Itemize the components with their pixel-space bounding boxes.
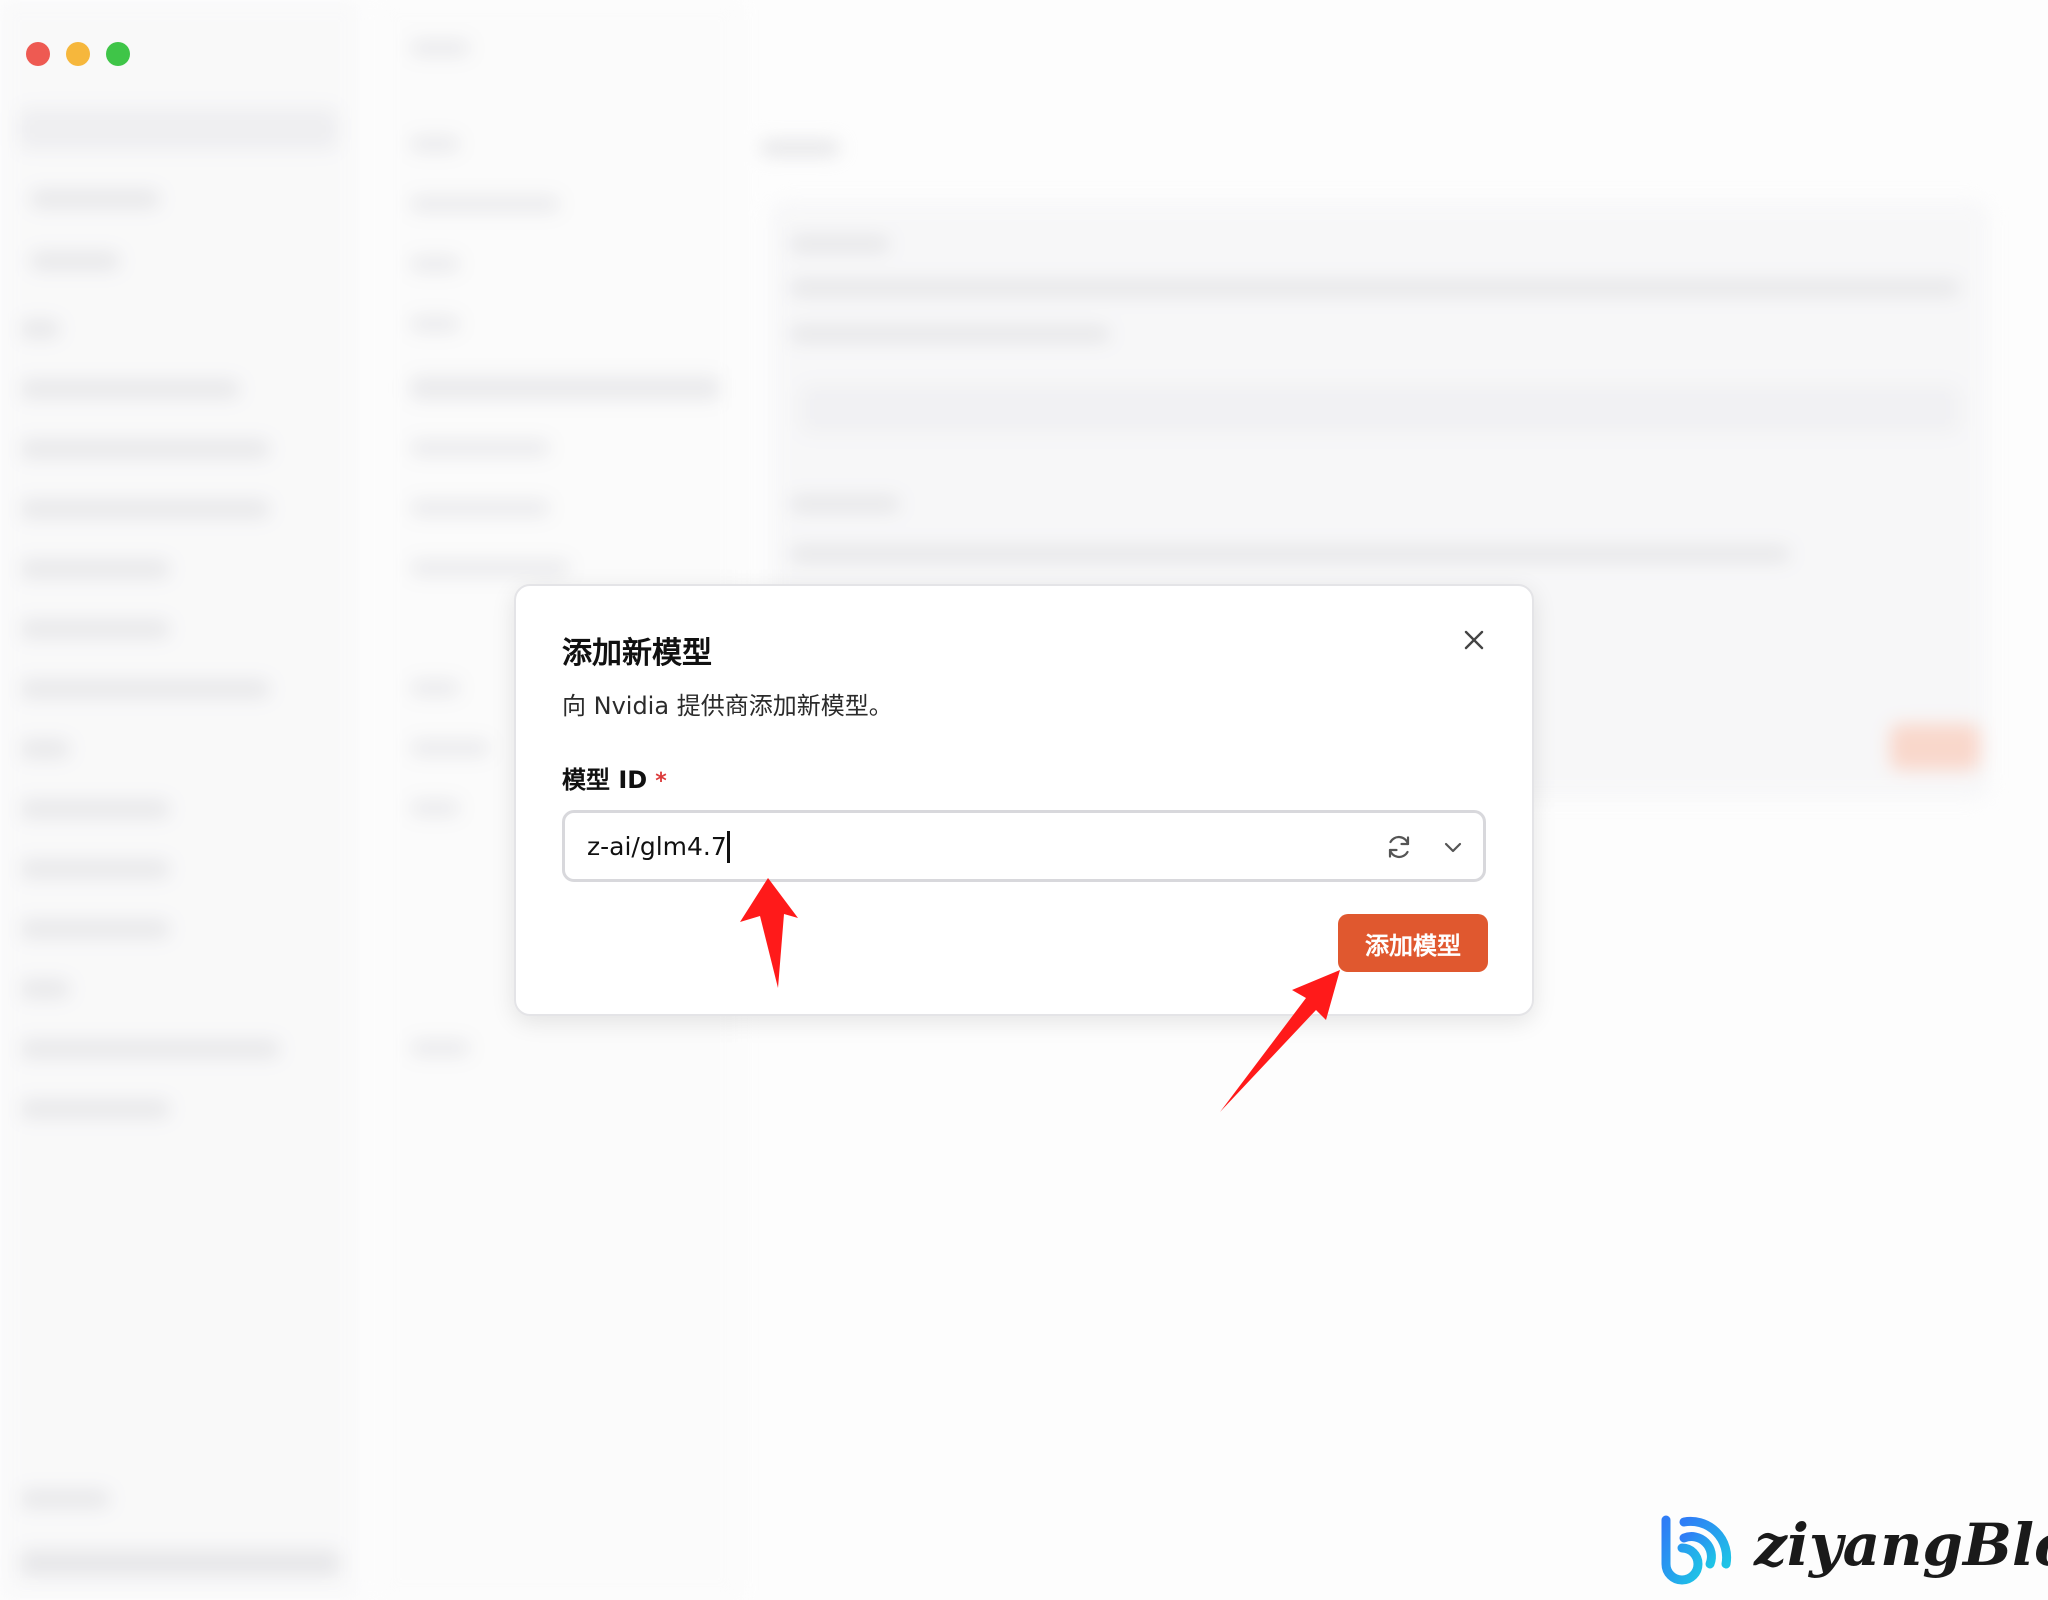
model-id-combobox[interactable]	[562, 810, 1486, 882]
sidebar-line	[20, 860, 170, 878]
sidebar-line	[20, 320, 60, 338]
sidebar-search	[18, 108, 338, 150]
add-model-button[interactable]: 添加模型	[1338, 914, 1488, 972]
minimize-window-button[interactable]	[66, 42, 90, 66]
nav-line	[410, 376, 720, 400]
sidebar-line	[20, 1100, 170, 1118]
dialog-title: 添加新模型	[562, 636, 712, 671]
sidebar-line	[20, 440, 270, 458]
nav-line	[410, 136, 460, 152]
main-line	[790, 280, 1960, 296]
sidebar-line	[20, 380, 240, 398]
model-dropdown-button[interactable]	[1435, 829, 1471, 865]
nav-line	[410, 256, 460, 272]
refresh-icon	[1388, 835, 1410, 859]
nav-line	[410, 680, 460, 696]
sidebar	[0, 0, 360, 1600]
api-key-input	[800, 384, 1960, 434]
main-line	[790, 236, 890, 252]
sidebar-line	[20, 740, 70, 758]
model-id-label: 模型 ID *	[562, 760, 667, 795]
app-window: 添加新模型 向 Nvidia 提供商添加新模型。 模型 ID * z-ai/gl…	[0, 0, 2048, 1600]
sidebar-line	[20, 620, 170, 638]
close-window-button[interactable]	[26, 42, 50, 66]
sidebar-line	[30, 190, 160, 208]
sidebar-line	[30, 252, 120, 270]
sidebar-line	[20, 1490, 110, 1508]
sidebar-line	[20, 920, 170, 938]
accent-button	[1890, 724, 1980, 770]
chevron-down-icon	[1444, 842, 1462, 853]
sidebar-line	[20, 800, 170, 818]
add-model-dialog: 添加新模型 向 Nvidia 提供商添加新模型。 模型 ID * z-ai/gl…	[514, 584, 1534, 1016]
sidebar-line	[20, 1040, 280, 1058]
watermark: ziyangBlog	[1650, 1500, 2048, 1590]
main-line	[790, 496, 900, 512]
main-line	[790, 546, 1790, 562]
nav-line	[410, 316, 460, 332]
refresh-models-button[interactable]	[1381, 829, 1417, 865]
nav-line	[410, 560, 570, 576]
nav-line	[410, 1040, 470, 1056]
sidebar-line	[20, 680, 270, 698]
watermark-text: ziyangBlog	[1754, 1511, 2048, 1579]
sidebar-line	[20, 980, 70, 998]
dialog-description: 向 Nvidia 提供商添加新模型。	[562, 692, 893, 720]
nav-line	[410, 440, 550, 456]
ziyangblog-logo-icon	[1661, 1515, 1732, 1585]
nav-line	[410, 740, 490, 756]
sidebar-line	[20, 560, 170, 578]
main-line	[790, 326, 1110, 342]
nav-line	[410, 196, 560, 212]
sidebar-line	[20, 1550, 340, 1576]
required-marker: *	[655, 769, 667, 794]
text-cursor	[727, 831, 730, 863]
window-controls	[26, 42, 130, 66]
maximize-window-button[interactable]	[106, 42, 130, 66]
model-id-label-text: 模型 ID	[562, 766, 648, 794]
main-line	[760, 140, 840, 156]
close-icon	[1464, 630, 1484, 650]
nav-line	[410, 500, 550, 516]
sidebar-line	[20, 500, 270, 518]
close-button[interactable]	[1454, 620, 1494, 660]
nav-line	[410, 40, 470, 56]
nav-line	[410, 800, 460, 816]
model-id-input[interactable]	[587, 813, 1347, 879]
